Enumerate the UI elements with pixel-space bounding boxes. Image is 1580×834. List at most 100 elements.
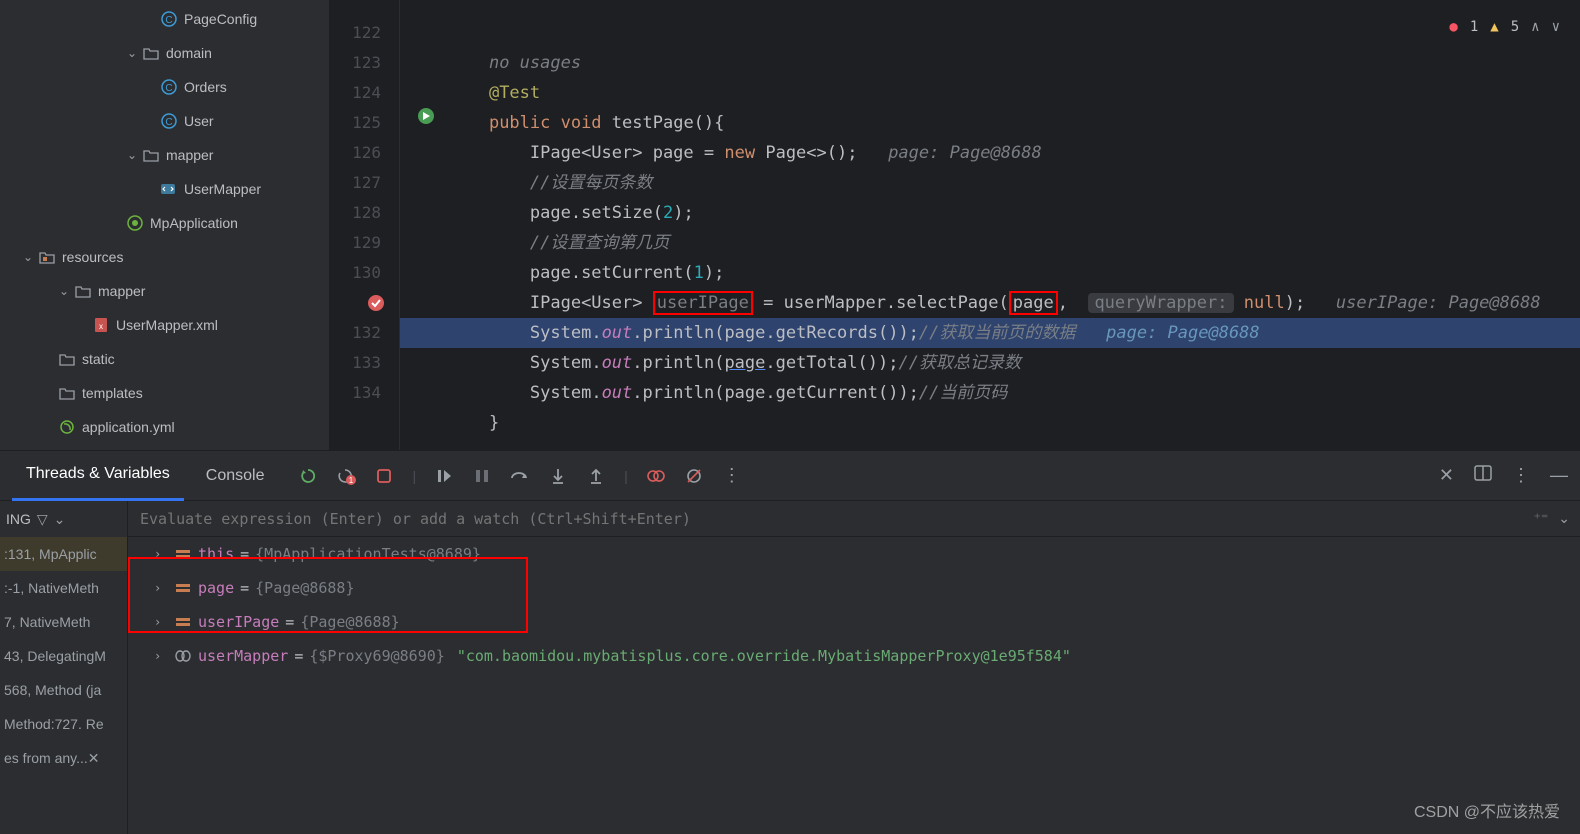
variables-panel[interactable]: ⁺⁼ ⌄ › this = {MpApplicationTests@8689} … [128,501,1580,834]
tree-item-user[interactable]: CUser [0,104,329,138]
step-over-icon[interactable] [510,466,530,486]
line-number: 126 [330,138,381,168]
watermark: CSDN @不应该热爱 [1414,798,1560,822]
tab-threads-variables[interactable]: Threads & Variables [12,451,184,501]
usage-hint: no usages [489,53,581,73]
var-name: userMapper [198,647,288,665]
layout-icon[interactable] [1474,465,1492,486]
tree-label: User [184,113,214,129]
code-line: } [400,408,1580,438]
inline-hint: page: Page@8688 [888,143,1042,163]
variable-row[interactable]: › userMapper = {$Proxy69@8690} "com.baom… [128,639,1580,673]
breakpoint-line[interactable] [330,288,381,318]
code-area[interactable]: ●1 ▲5 ∧ ∨ no usages @Test public void te… [400,0,1580,450]
tree-item-orders[interactable]: COrders [0,70,329,104]
tree-item-pageconfig[interactable]: CPageConfig [0,2,329,36]
tree-label: resources [62,249,123,265]
code-editor[interactable]: 122 123 124 125 126 127 128 129 130 132 … [330,0,1580,450]
tree-item-static[interactable]: static [0,342,329,376]
inline-hint: userIPage: Page@8688 [1336,293,1541,313]
run-gutter-icon[interactable] [416,106,436,126]
tree-item-mapper2[interactable]: ⌄mapper [0,274,329,308]
gutter: 122 123 124 125 126 127 128 129 130 132 … [330,0,400,450]
yml-file-icon [56,419,78,435]
code-line: @Test [400,78,1580,108]
breakpoint-check-icon [367,294,385,312]
line-number: 128 [330,198,381,228]
error-count: 1 [1470,12,1478,42]
debug-tabs: Threads & Variables Console 1 | | ⋮ ✕ ⋮ … [0,451,1580,501]
filter-icon[interactable]: ▽ [37,511,48,528]
warning-count: 5 [1511,12,1519,42]
tab-console[interactable]: Console [192,451,279,501]
svg-text:x: x [99,322,103,331]
frame-row[interactable]: 43, DelegatingM [0,639,127,673]
evaluate-input[interactable] [140,510,1533,528]
chevron-right-icon: › [154,649,168,663]
rerun-icon[interactable] [298,466,318,486]
variable-row[interactable]: › this = {MpApplicationTests@8689} [128,537,1580,571]
frame-row[interactable]: 7, NativeMeth [0,605,127,639]
code-line-current: System.out.println(page.getRecords());//… [400,318,1580,348]
stop-icon[interactable] [374,466,394,486]
chevron-down-icon: ⌄ [56,284,72,298]
tree-label: Orders [184,79,227,95]
pause-icon[interactable] [472,466,492,486]
step-into-icon[interactable] [548,466,568,486]
tree-label: UserMapper [184,181,261,197]
variable-row[interactable]: › userIPage = {Page@8688} [128,605,1580,639]
error-icon: ● [1449,12,1457,42]
close-icon[interactable]: ✕ [1439,465,1454,486]
frame-row[interactable]: :-1, NativeMeth [0,571,127,605]
chevron-down-icon[interactable]: ⌄ [54,511,66,528]
var-name: userIPage [198,613,279,631]
frame-row[interactable]: es from any... ✕ [0,741,127,775]
debug-toolbar: 1 | | ⋮ [298,466,741,486]
class-icon: C [158,113,180,129]
line-number: 130 [330,258,381,288]
line-number: 125 [330,108,381,138]
tree-item-domain[interactable]: ⌄domain [0,36,329,70]
evaluate-input-row[interactable]: ⁺⁼ ⌄ [128,501,1580,537]
warning-icon: ▲ [1490,12,1498,42]
more-icon[interactable]: ⋮ [722,466,742,486]
var-string: "com.baomidou.mybatisplus.core.override.… [457,647,1071,665]
tree-item-mapper[interactable]: ⌄mapper [0,138,329,172]
view-breakpoints-icon[interactable] [646,466,666,486]
tree-item-resources[interactable]: ⌄resources [0,240,329,274]
next-highlight-icon[interactable]: ∨ [1552,12,1560,42]
rerun-failed-icon[interactable]: 1 [336,466,356,486]
prev-highlight-icon[interactable]: ∧ [1531,12,1539,42]
minimize-icon[interactable]: — [1550,465,1568,486]
code-line: System.out.println(page.getCurrent());//… [400,378,1580,408]
frame-row[interactable]: 568, Method (ja [0,673,127,707]
project-tree[interactable]: CPageConfig ⌄domain COrders CUser ⌄mappe… [0,0,330,450]
frame-row[interactable]: :131, MpApplic [0,537,127,571]
options-icon[interactable]: ⋮ [1512,465,1530,486]
chevron-down-icon[interactable]: ⌄ [1558,510,1570,527]
tree-item-usermapperxml[interactable]: xUserMapper.xml [0,308,329,342]
frames-panel[interactable]: ING ▽ ⌄ :131, MpApplic :-1, NativeMeth 7… [0,501,128,834]
chevron-down-icon: ⌄ [124,46,140,60]
tree-label: MpApplication [150,215,238,231]
inline-hint: page: Page@8688 [1106,323,1260,343]
resources-folder-icon [36,250,58,264]
frames-label: ING [6,511,31,527]
line-number: 133 [330,348,381,378]
resume-icon[interactable] [434,466,454,486]
interface-icon [158,181,180,197]
var-value: {$Proxy69@8690} [309,647,444,665]
tree-label: application.yml [82,419,175,435]
inspection-status[interactable]: ● 1 ▲ 5 ∧ ∨ [1449,12,1560,42]
tree-item-usermapper[interactable]: UserMapper [0,172,329,206]
tree-item-mpapp[interactable]: MpApplication [0,206,329,240]
code-line: no usages [400,48,1580,78]
mute-breakpoints-icon[interactable] [684,466,704,486]
step-out-icon[interactable] [586,466,606,486]
variable-row[interactable]: › page = {Page@8688} [128,571,1580,605]
line-number: 132 [330,318,381,348]
tree-item-appyml[interactable]: application.yml [0,410,329,444]
frame-row[interactable]: Method:727. Re [0,707,127,741]
tree-item-templates[interactable]: templates [0,376,329,410]
add-watch-icon[interactable]: ⁺⁼ [1533,510,1548,527]
